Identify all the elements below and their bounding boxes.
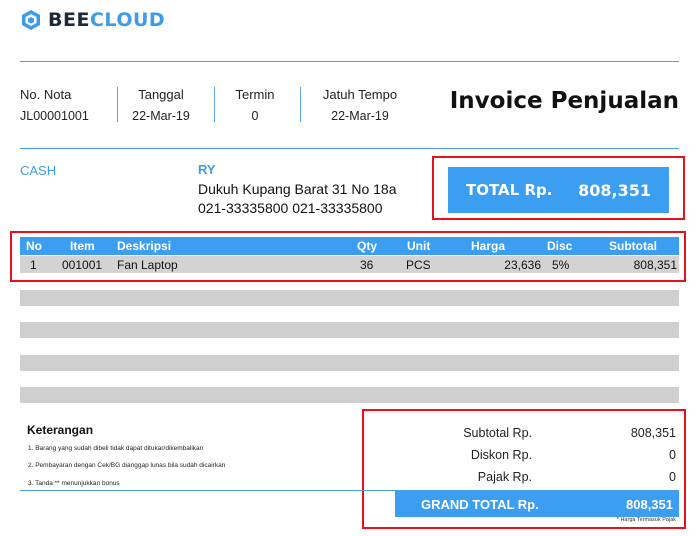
meta-divider (300, 87, 301, 122)
header-rule-top (20, 61, 679, 62)
meta-value: JL00001001 (20, 109, 89, 123)
note-item: 2. Pembayaran dengan Cek/BG dianggap lun… (28, 462, 226, 469)
grand-total-box: GRAND TOTAL Rp. 808,351 (395, 491, 679, 517)
meta-label: Jatuh Tempo (322, 87, 398, 102)
total-label: TOTAL Rp. (466, 181, 553, 199)
total-value: 808,351 (578, 180, 651, 200)
empty-table-row (20, 387, 679, 403)
empty-table-row (20, 290, 679, 306)
subtotal-value: 808,351 (630, 426, 676, 440)
brand-name: BEECLOUD (48, 9, 166, 31)
discount-label: Diskon Rp. (470, 448, 532, 462)
empty-table-row (20, 322, 679, 338)
cell-disc: 5% (552, 258, 570, 272)
total-box: TOTAL Rp. 808,351 (448, 167, 669, 213)
meta-no-nota: No. Nota JL00001001 (20, 87, 90, 123)
header-rule-bottom (20, 148, 679, 149)
meta-value: 22-Mar-19 (132, 109, 190, 123)
meta-value: 22-Mar-19 (331, 109, 389, 123)
meta-label: Tanggal (138, 87, 184, 102)
cell-price: 23,636 (504, 258, 541, 272)
note-item: 1. Barang yang sudah dibeli tidak dapat … (28, 445, 204, 452)
grand-total-value: 808,351 (626, 497, 673, 512)
meta-label: Termin (235, 87, 275, 102)
cell-desc: Fan Laptop (117, 258, 178, 272)
note-item: 3. Tanda ** menunjukkan bonus (28, 480, 120, 487)
header-unit: Unit (407, 239, 431, 253)
cell-subtotal: 808,351 (633, 258, 677, 272)
meta-divider (214, 87, 215, 122)
header-disc: Disc (547, 239, 573, 253)
table-row: 1 001001 Fan Laptop 36 PCS 23,636 5% 808… (20, 256, 679, 273)
meta-label: No. Nota (20, 87, 72, 102)
discount-value: 0 (669, 448, 676, 462)
meta-divider (117, 87, 118, 122)
header-subtotal: Subtotal (609, 239, 657, 253)
cell-qty: 36 (360, 258, 374, 272)
cell-item: 001001 (62, 258, 103, 272)
header-item: Item (70, 239, 95, 253)
meta-termin: Termin 0 (220, 87, 290, 123)
beecloud-hexagon-icon (22, 10, 40, 30)
subtotal-label: Subtotal Rp. (463, 426, 532, 440)
cell-no: 1 (30, 258, 37, 272)
grand-total-label: GRAND TOTAL Rp. (421, 497, 539, 512)
empty-table-row (20, 355, 679, 371)
header-no: No (26, 239, 42, 253)
header-qty: Qty (357, 239, 378, 253)
customer-phone: 021-33335800 021-33335800 (198, 200, 383, 216)
header-desc: Deskripsi (117, 239, 172, 253)
meta-value: 0 (251, 109, 259, 123)
tax-footnote: * Harga Termasuk Pajak (616, 517, 676, 523)
payment-type: CASH (20, 163, 57, 178)
brand-logo: BEECLOUD (20, 9, 165, 31)
customer-name: RY (198, 162, 216, 177)
tax-label: Pajak Rp. (477, 470, 532, 484)
meta-tanggal: Tanggal 22-Mar-19 (120, 87, 202, 123)
customer-address: Dukuh Kupang Barat 31 No 18a (198, 181, 397, 197)
notes-title: Keterangan (27, 423, 94, 437)
table-header: No Item Deskripsi Qty Unit Harga Disc Su… (20, 237, 679, 255)
meta-jatuh-tempo: Jatuh Tempo 22-Mar-19 (310, 87, 410, 123)
header-price: Harga (471, 239, 506, 253)
cell-unit: PCS (406, 258, 431, 272)
tax-value: 0 (669, 470, 676, 484)
document-title: Invoice Penjualan (449, 88, 679, 114)
